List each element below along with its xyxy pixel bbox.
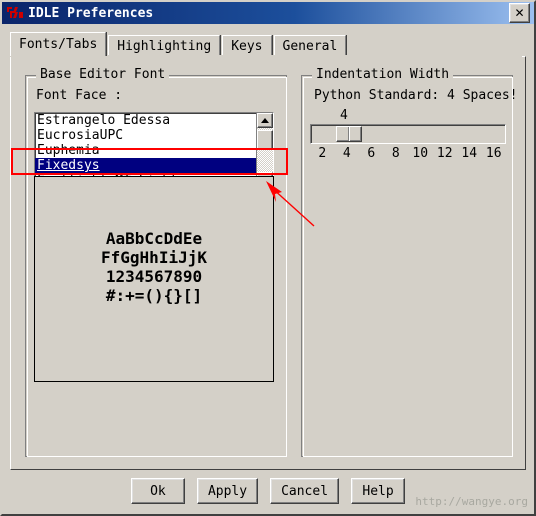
group-title-base-editor-font: Base Editor Font — [36, 67, 170, 82]
scrollbar-trough[interactable] — [257, 128, 273, 172]
tab-label: Keys — [231, 38, 263, 54]
tick-label: 6 — [367, 146, 376, 161]
client-area: Fonts/Tabs Highlighting Keys General Bas… — [2, 24, 534, 514]
indent-scale-ticks: 2 4 6 8 10 12 14 16 — [310, 146, 506, 161]
tick-label: 2 — [318, 146, 327, 161]
sample-line: AaBbCcDdEe — [105, 229, 203, 248]
tab-highlighting[interactable]: Highlighting — [108, 35, 221, 56]
tab-keys[interactable]: Keys — [222, 35, 272, 56]
sample-line: #:+=(){}[] — [105, 286, 203, 305]
sample-line: 1234567890 — [105, 267, 203, 286]
list-item[interactable]: Euphemia — [35, 143, 256, 158]
group-title-indentation-width: Indentation Width — [312, 67, 454, 82]
tab-label: Fonts/Tabs — [19, 37, 98, 52]
tab-general[interactable]: General — [273, 35, 347, 56]
tick-label: 4 — [342, 146, 351, 161]
close-icon[interactable]: ✕ — [509, 3, 530, 23]
python-standard-label: Python Standard: 4 Spaces! — [314, 88, 518, 103]
watermark-text: http://wangye.org — [415, 495, 528, 508]
tab-label: General — [282, 38, 338, 54]
title-bar: IDLE Preferences ✕ — [2, 2, 534, 24]
list-item-selected[interactable]: Fixedsys — [35, 158, 256, 173]
tab-strip: Fonts/Tabs Highlighting Keys General — [10, 32, 348, 56]
list-item[interactable]: Estrangelo Edessa — [35, 113, 256, 128]
base-editor-font-group: Base Editor Font Font Face : Estrangelo … — [25, 67, 287, 457]
indent-scale-thumb[interactable] — [336, 126, 362, 142]
indent-scale-trough[interactable] — [310, 124, 506, 144]
font-face-label: Font Face : — [36, 88, 123, 103]
tick-label: 12 — [436, 146, 453, 161]
idle-preferences-window: IDLE Preferences ✕ Fonts/Tabs Highlighti… — [0, 0, 536, 516]
help-button[interactable]: Help — [351, 478, 406, 504]
font-sample-text: AaBbCcDdEe FfGgHhIiJjK 1234567890 #:+=()… — [35, 229, 273, 305]
window-title: IDLE Preferences — [28, 5, 154, 21]
font-sample-preview: AaBbCcDdEe FfGgHhIiJjK 1234567890 #:+=()… — [34, 176, 274, 382]
sample-line: FfGgHhIiJjK — [101, 248, 207, 267]
tab-page-fonts-tabs: Base Editor Font Font Face : Estrangelo … — [10, 56, 526, 470]
apply-button[interactable]: Apply — [196, 478, 259, 504]
python-idle-icon — [6, 5, 24, 21]
indentation-width-group: Indentation Width Python Standard: 4 Spa… — [301, 67, 518, 457]
indent-scale-value: 4 — [340, 108, 348, 123]
tick-label: 10 — [412, 146, 429, 161]
tick-label: 8 — [391, 146, 400, 161]
tab-label: Highlighting — [117, 38, 212, 54]
scroll-up-icon[interactable] — [257, 113, 273, 128]
ok-button[interactable]: Ok — [130, 478, 185, 504]
cancel-button[interactable]: Cancel — [270, 478, 340, 504]
tick-label: 16 — [485, 146, 502, 161]
list-item[interactable]: EucrosiaUPC — [35, 128, 256, 143]
tick-label: 14 — [461, 146, 478, 161]
scrollbar-thumb[interactable] — [257, 130, 273, 150]
tab-fonts-tabs[interactable]: Fonts/Tabs — [10, 32, 107, 56]
